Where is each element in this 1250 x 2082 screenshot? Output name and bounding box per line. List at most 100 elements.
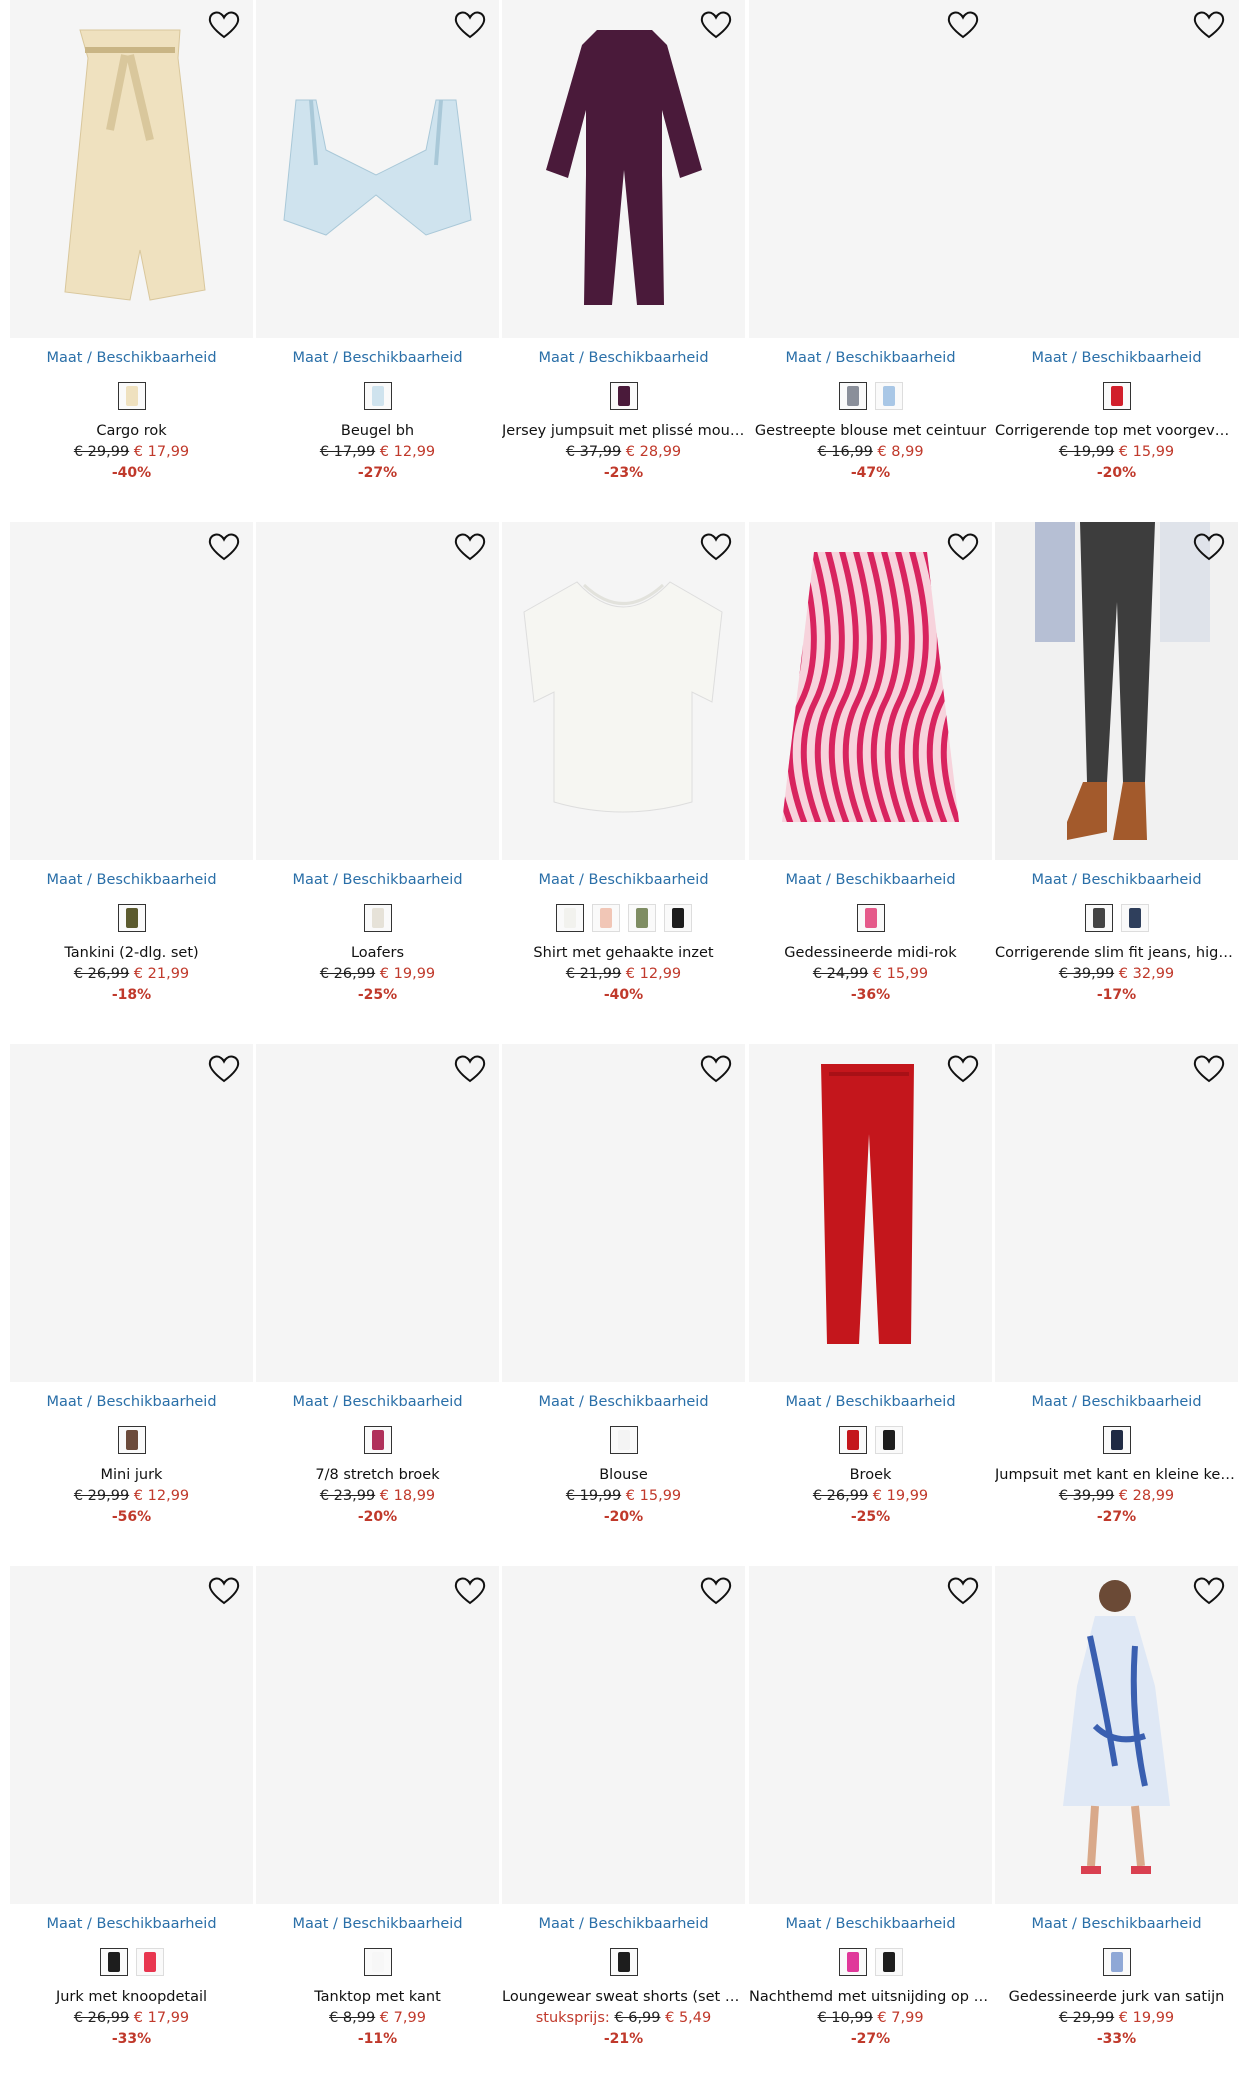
- product-image[interactable]: [10, 522, 253, 860]
- color-swatch[interactable]: [838, 1426, 867, 1454]
- size-availability-link[interactable]: Maat / Beschikbaarheid: [502, 1916, 745, 1932]
- product-image[interactable]: [749, 1044, 992, 1382]
- size-availability-link[interactable]: Maat / Beschikbaarheid: [502, 1394, 745, 1410]
- product-image[interactable]: [502, 522, 745, 860]
- size-availability-link[interactable]: Maat / Beschikbaarheid: [749, 1394, 992, 1410]
- wishlist-heart-icon[interactable]: [1192, 1576, 1226, 1606]
- size-availability-link[interactable]: Maat / Beschikbaarheid: [502, 350, 745, 366]
- wishlist-heart-icon[interactable]: [946, 10, 980, 40]
- size-availability-link[interactable]: Maat / Beschikbaarheid: [995, 350, 1238, 366]
- wishlist-heart-icon[interactable]: [207, 10, 241, 40]
- wishlist-heart-icon[interactable]: [1192, 1054, 1226, 1084]
- color-swatch[interactable]: [874, 382, 903, 410]
- product-name[interactable]: Gestreepte blouse met ceintuur: [749, 423, 992, 439]
- product-image[interactable]: [995, 1044, 1238, 1382]
- color-swatch[interactable]: [874, 1948, 903, 1976]
- product-name[interactable]: Jumpsuit met kant en kleine ketting: [995, 1467, 1238, 1483]
- product-name[interactable]: Broek: [749, 1467, 992, 1483]
- color-swatch[interactable]: [591, 904, 620, 932]
- product-image[interactable]: [256, 1044, 499, 1382]
- wishlist-heart-icon[interactable]: [207, 532, 241, 562]
- product-image[interactable]: [256, 1566, 499, 1904]
- product-name[interactable]: Loafers: [256, 945, 499, 961]
- wishlist-heart-icon[interactable]: [946, 532, 980, 562]
- size-availability-link[interactable]: Maat / Beschikbaarheid: [256, 1916, 499, 1932]
- product-image[interactable]: [749, 522, 992, 860]
- color-swatch[interactable]: [838, 1948, 867, 1976]
- wishlist-heart-icon[interactable]: [207, 1576, 241, 1606]
- product-name[interactable]: Corrigerende slim fit jeans, high wa...: [995, 945, 1238, 961]
- product-name[interactable]: Tankini (2-dlg. set): [10, 945, 253, 961]
- color-swatch[interactable]: [117, 1426, 146, 1454]
- wishlist-heart-icon[interactable]: [699, 1054, 733, 1084]
- color-swatch[interactable]: [856, 904, 885, 932]
- product-name[interactable]: Corrigerende top met voorgevorm...: [995, 423, 1238, 439]
- product-image[interactable]: [749, 1566, 992, 1904]
- wishlist-heart-icon[interactable]: [699, 10, 733, 40]
- wishlist-heart-icon[interactable]: [946, 1054, 980, 1084]
- product-name[interactable]: Cargo rok: [10, 423, 253, 439]
- size-availability-link[interactable]: Maat / Beschikbaarheid: [749, 350, 992, 366]
- color-swatch[interactable]: [874, 1426, 903, 1454]
- product-image[interactable]: [502, 1044, 745, 1382]
- color-swatch[interactable]: [627, 904, 656, 932]
- wishlist-heart-icon[interactable]: [1192, 532, 1226, 562]
- wishlist-heart-icon[interactable]: [699, 1576, 733, 1606]
- product-name[interactable]: Tanktop met kant: [256, 1989, 499, 2005]
- color-swatch[interactable]: [609, 1948, 638, 1976]
- color-swatch[interactable]: [1084, 904, 1113, 932]
- color-swatch[interactable]: [1102, 1426, 1131, 1454]
- product-image[interactable]: [256, 522, 499, 860]
- color-swatch[interactable]: [609, 1426, 638, 1454]
- size-availability-link[interactable]: Maat / Beschikbaarheid: [10, 872, 253, 888]
- product-image[interactable]: [10, 1044, 253, 1382]
- size-availability-link[interactable]: Maat / Beschikbaarheid: [749, 1916, 992, 1932]
- size-availability-link[interactable]: Maat / Beschikbaarheid: [749, 872, 992, 888]
- product-name[interactable]: Gedessineerde midi-rok: [749, 945, 992, 961]
- wishlist-heart-icon[interactable]: [453, 1054, 487, 1084]
- size-availability-link[interactable]: Maat / Beschikbaarheid: [256, 872, 499, 888]
- product-name[interactable]: Nachthemd met uitsnijding op de rug: [749, 1989, 992, 2005]
- product-name[interactable]: Beugel bh: [256, 423, 499, 439]
- product-name[interactable]: 7/8 stretch broek: [256, 1467, 499, 1483]
- size-availability-link[interactable]: Maat / Beschikbaarheid: [502, 872, 745, 888]
- product-name[interactable]: Gedessineerde jurk van satijn: [995, 1989, 1238, 2005]
- product-image[interactable]: [995, 522, 1238, 860]
- size-availability-link[interactable]: Maat / Beschikbaarheid: [256, 1394, 499, 1410]
- color-swatch[interactable]: [838, 382, 867, 410]
- size-availability-link[interactable]: Maat / Beschikbaarheid: [995, 1394, 1238, 1410]
- wishlist-heart-icon[interactable]: [946, 1576, 980, 1606]
- color-swatch[interactable]: [363, 904, 392, 932]
- wishlist-heart-icon[interactable]: [453, 532, 487, 562]
- product-name[interactable]: Loungewear sweat shorts (set van 2): [502, 1989, 745, 2005]
- color-swatch[interactable]: [1102, 382, 1131, 410]
- color-swatch[interactable]: [1120, 904, 1149, 932]
- size-availability-link[interactable]: Maat / Beschikbaarheid: [10, 1916, 253, 1932]
- product-image[interactable]: [749, 0, 1239, 338]
- size-availability-link[interactable]: Maat / Beschikbaarheid: [10, 350, 253, 366]
- color-swatch[interactable]: [99, 1948, 128, 1976]
- product-image[interactable]: [502, 0, 745, 338]
- product-image[interactable]: [995, 1566, 1238, 1904]
- product-image[interactable]: [502, 1566, 745, 1904]
- color-swatch[interactable]: [663, 904, 692, 932]
- wishlist-heart-icon[interactable]: [699, 532, 733, 562]
- product-image[interactable]: [256, 0, 499, 338]
- product-image[interactable]: [10, 1566, 253, 1904]
- product-name[interactable]: Mini jurk: [10, 1467, 253, 1483]
- color-swatch[interactable]: [363, 1426, 392, 1454]
- wishlist-heart-icon[interactable]: [453, 10, 487, 40]
- color-swatch[interactable]: [1102, 1948, 1131, 1976]
- wishlist-heart-icon[interactable]: [207, 1054, 241, 1084]
- size-availability-link[interactable]: Maat / Beschikbaarheid: [995, 872, 1238, 888]
- color-swatch[interactable]: [363, 382, 392, 410]
- product-name[interactable]: Jersey jumpsuit met plissé mouwen...: [502, 423, 745, 439]
- product-image[interactable]: [10, 0, 253, 338]
- color-swatch[interactable]: [609, 382, 638, 410]
- product-name[interactable]: Jurk met knoopdetail: [10, 1989, 253, 2005]
- product-name[interactable]: Shirt met gehaakte inzet: [502, 945, 745, 961]
- color-swatch[interactable]: [555, 904, 584, 932]
- color-swatch[interactable]: [135, 1948, 164, 1976]
- size-availability-link[interactable]: Maat / Beschikbaarheid: [995, 1916, 1238, 1932]
- color-swatch[interactable]: [363, 1948, 392, 1976]
